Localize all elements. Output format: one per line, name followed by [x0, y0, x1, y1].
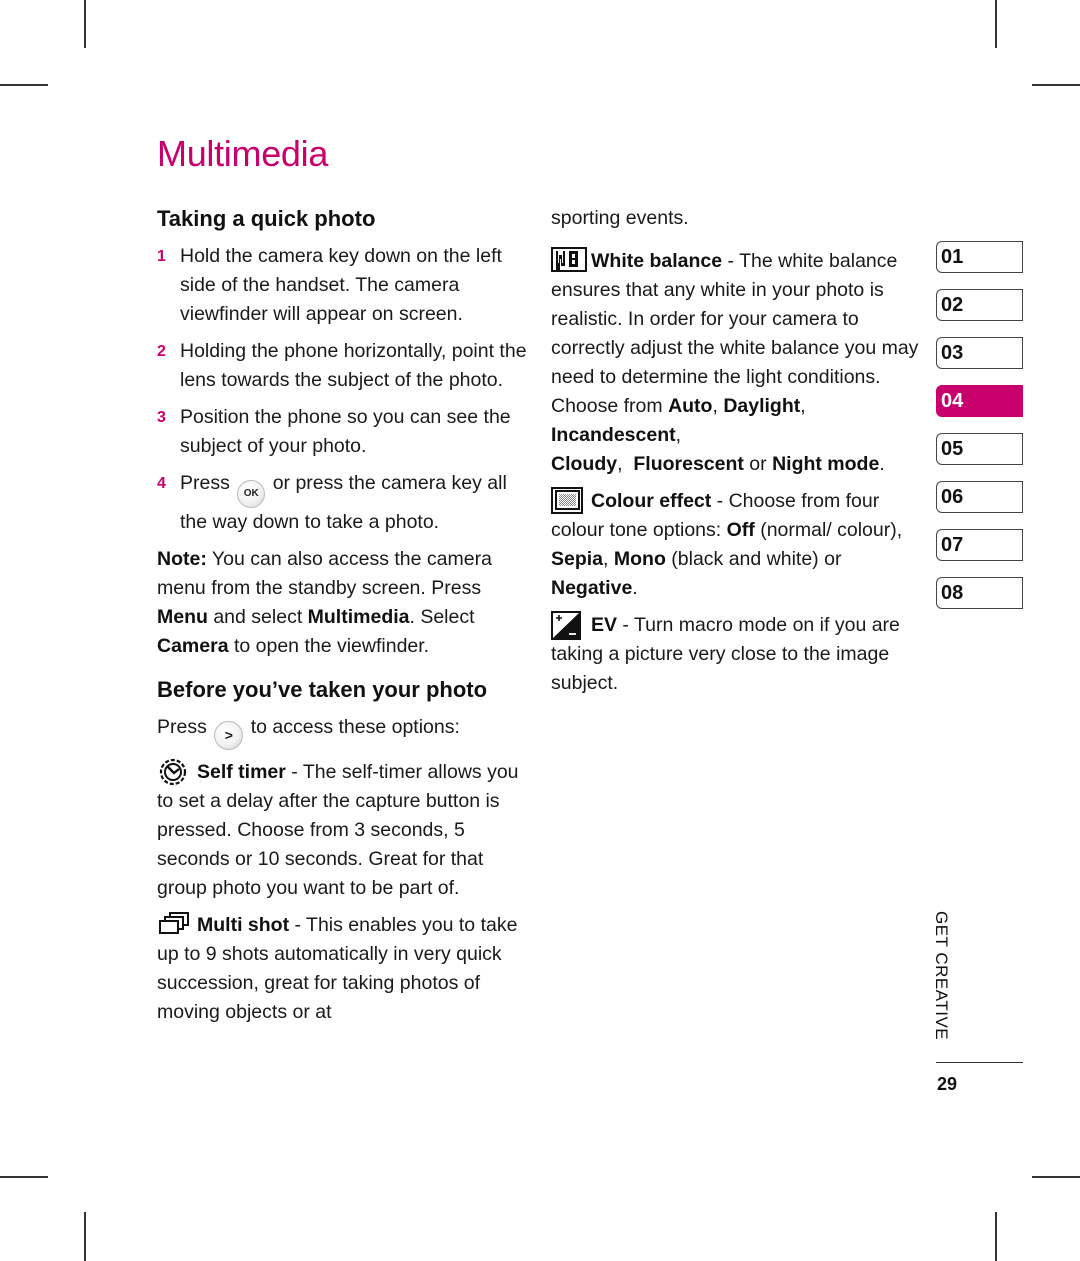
crop-mark — [1032, 84, 1080, 86]
right-arrow-key-icon: > — [214, 721, 244, 750]
wb-option: Cloudy — [551, 453, 618, 475]
step-item: 4 Press OK or press the camera key all t… — [157, 469, 532, 537]
chapter-tabs: 01 02 03 04 05 06 07 08 — [936, 241, 1023, 625]
crop-mark — [995, 1212, 997, 1261]
note-menu: Menu — [157, 606, 208, 628]
section-heading-quick-photo: Taking a quick photo — [157, 206, 376, 231]
note-text: . Select — [409, 606, 475, 628]
step-number: 4 — [157, 475, 166, 492]
step-item: 3 Position the phone so you can see the … — [157, 403, 532, 461]
separator: , — [617, 453, 634, 475]
note-text: to open the viewfinder. — [228, 635, 430, 657]
self-timer-option: Self timer - The self-timer allows you t… — [157, 758, 532, 903]
chapter-tab-03[interactable]: 03 — [936, 337, 1023, 369]
separator: , — [675, 424, 682, 446]
step-item: 2 Holding the phone horizontally, point … — [157, 337, 532, 395]
chapter-tab-04[interactable]: 04 — [936, 385, 1023, 417]
separator: , — [603, 548, 614, 570]
note-text: and select — [207, 606, 308, 628]
step-text-after: or press the camera key all the way down… — [180, 472, 507, 533]
wb-option: Night mode — [772, 453, 880, 475]
chapter-tab-07[interactable]: 07 — [936, 529, 1023, 561]
step-item: 1 Hold the camera key down on the left s… — [157, 242, 532, 329]
steps-list: 1 Hold the camera key down on the left s… — [157, 242, 532, 537]
ev-icon — [551, 611, 585, 640]
section-heading-before-photo: Before you’ve taken your photo — [157, 677, 488, 702]
wb-option: Fluorescent — [633, 453, 744, 475]
continuation-text: sporting events. — [551, 207, 689, 229]
crop-mark — [995, 0, 997, 48]
ce-option: Sepia — [551, 548, 604, 570]
step-number: 1 — [157, 248, 166, 265]
ce-option: Off — [726, 519, 755, 541]
page-title: Multimedia — [157, 133, 329, 174]
note-camera: Camera — [157, 635, 229, 657]
note-multimedia: Multimedia — [307, 606, 410, 628]
step-text: Position the phone so you can see the su… — [180, 406, 511, 457]
step-text: Hold the camera key down on the left sid… — [180, 245, 502, 325]
crop-mark — [84, 0, 86, 48]
multi-shot-icon — [157, 911, 191, 937]
crop-mark — [1032, 1176, 1080, 1178]
white-balance-icon — [551, 247, 587, 273]
left-column: Taking a quick photo 1 Hold the camera k… — [157, 204, 532, 1035]
multi-shot-option: Multi shot - This enables you to take up… — [157, 911, 532, 1027]
colour-effect-icon — [551, 487, 585, 514]
white-balance-text: - The white balance ensures that any whi… — [551, 250, 919, 417]
crop-mark — [0, 84, 48, 86]
ce-option: Mono — [613, 548, 666, 570]
press-text: Press — [157, 716, 207, 738]
separator: or — [743, 453, 773, 475]
colour-effect-text: (black and white) or — [665, 548, 842, 570]
chapter-tab-05[interactable]: 05 — [936, 433, 1023, 465]
chapter-tab-08[interactable]: 08 — [936, 577, 1023, 609]
separator: . — [632, 577, 638, 599]
wb-option: Daylight — [723, 395, 801, 417]
chapter-tab-01[interactable]: 01 — [936, 241, 1023, 273]
press-text: to access these options: — [250, 716, 460, 738]
crop-mark — [84, 1212, 86, 1261]
chapter-tab-06[interactable]: 06 — [936, 481, 1023, 513]
press-line: Press > to access these options: — [157, 713, 532, 750]
ev-label: EV — [591, 614, 618, 636]
self-timer-label: Self timer — [197, 761, 286, 783]
step-text-before: Press — [180, 472, 230, 494]
ok-key-icon: OK — [237, 480, 266, 508]
self-timer-icon — [157, 758, 191, 786]
ce-option: Negative — [551, 577, 633, 599]
white-balance-option: White balance - The white balance ensure… — [551, 247, 923, 479]
crop-mark — [0, 1176, 48, 1178]
section-label: GET CREATIVE — [932, 911, 951, 1041]
colour-effect-label: Colour effect — [591, 490, 712, 512]
page-number: 29 — [937, 1074, 958, 1094]
middle-column: sporting events. White balance - The whi… — [551, 204, 923, 706]
step-number: 3 — [157, 409, 166, 426]
page-number-divider — [936, 1062, 1023, 1064]
note-label: Note: — [157, 548, 207, 570]
white-balance-label: White balance — [591, 250, 723, 272]
step-number: 2 — [157, 343, 166, 360]
wb-option: Incandescent — [551, 424, 676, 446]
colour-effect-option: Colour effect - Choose from four colour … — [551, 487, 923, 603]
step-text: Holding the phone horizontally, point th… — [180, 340, 527, 391]
wb-option: Auto — [668, 395, 713, 417]
separator: , — [712, 395, 724, 417]
note-paragraph: Note: You can also access the camera men… — [157, 545, 532, 661]
colour-effect-text: (normal/ colour), — [754, 519, 903, 541]
ev-option: EV - Turn macro mode on if you are takin… — [551, 611, 923, 698]
multi-shot-label: Multi shot — [197, 914, 290, 936]
separator: , — [800, 395, 806, 417]
note-text: You can also access the camera menu from… — [157, 548, 492, 599]
chapter-tab-02[interactable]: 02 — [936, 289, 1023, 321]
separator: . — [879, 453, 885, 475]
